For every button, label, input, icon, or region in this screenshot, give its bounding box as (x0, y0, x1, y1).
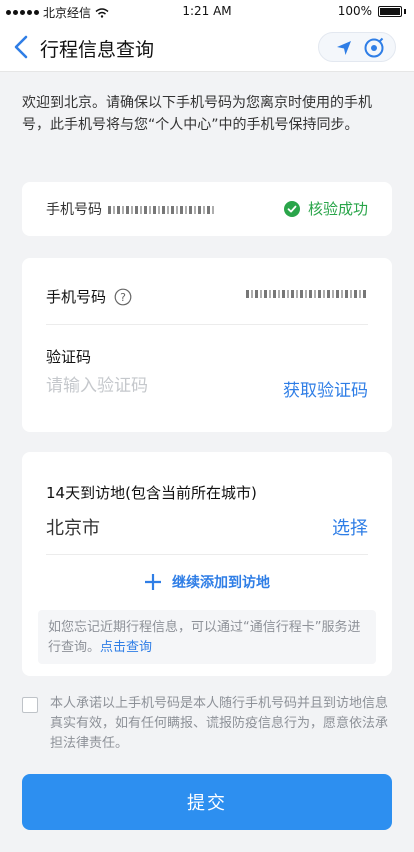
submit-button[interactable]: 提交 (22, 774, 392, 830)
phone-row: 手机号码 ? (46, 286, 132, 307)
tip-text: 如您忘记近期行程信息，可以通过“通信行程卡”服务进行查询。 (48, 620, 361, 655)
masked-phone-number (108, 206, 214, 214)
location-arrow-icon[interactable] (335, 39, 353, 57)
mini-program-capsule (318, 32, 396, 62)
divider (46, 324, 368, 325)
battery-icon (378, 5, 402, 17)
visit-title: 14天到访地(包含当前所在城市) (46, 484, 257, 502)
get-code-button[interactable]: 获取验证码 (283, 376, 368, 401)
verify-status-text: 核验成功 (307, 200, 368, 218)
phone-value-masked (246, 290, 366, 298)
phone-label: 手机号码 (46, 288, 107, 306)
tip-query-link[interactable]: 点击查询 (100, 640, 152, 655)
verify-phone-label: 手机号码 (46, 202, 102, 218)
help-icon[interactable]: ? (114, 288, 132, 306)
battery-tip (404, 8, 406, 14)
promise-text: 本人承诺以上手机号码是本人随行手机号码并且到访地信息真实有效，如有任何瞒报、谎报… (50, 696, 389, 751)
phone-card: 手机号码 ? 验证码 获取验证码 (22, 258, 392, 432)
status-bar: 北京经信 1:21 AM 100% (0, 0, 414, 22)
divider (46, 554, 368, 555)
plus-icon (145, 574, 161, 590)
battery-percent: 100% (337, 4, 372, 18)
intro-text: 欢迎到北京。请确保以下手机号码为您离京时使用的手机号，此手机号将与您“个人中心”… (22, 95, 372, 133)
verify-card: 手机号码 核验成功 (22, 182, 392, 236)
visit-card: 14天到访地(包含当前所在城市) 北京市 选择 继续添加到访地 如您忘记近期行程… (22, 452, 392, 676)
code-label: 验证码 (46, 348, 92, 366)
verify-phone-row: 手机号码 (46, 199, 214, 219)
promise-checkbox[interactable] (22, 697, 38, 713)
battery-group: 100% (338, 4, 406, 18)
code-input[interactable] (46, 376, 226, 396)
page-title: 行程信息查询 (40, 39, 155, 61)
visit-city: 北京市 (46, 518, 100, 539)
close-circle-icon[interactable] (363, 37, 385, 59)
check-circle-icon (283, 200, 300, 217)
back-chevron-icon[interactable] (10, 34, 34, 60)
select-city-button[interactable]: 选择 (332, 514, 368, 540)
svg-text:?: ? (120, 291, 126, 304)
verify-status: 核验成功 (283, 198, 368, 219)
add-visit-label: 继续添加到访地 (172, 575, 270, 591)
tip-box: 如您忘记近期行程信息，可以通过“通信行程卡”服务进行查询。点击查询 (38, 610, 376, 664)
nav-bar: 行程信息查询 (0, 22, 414, 72)
add-visit-button[interactable]: 继续添加到访地 (22, 572, 392, 592)
